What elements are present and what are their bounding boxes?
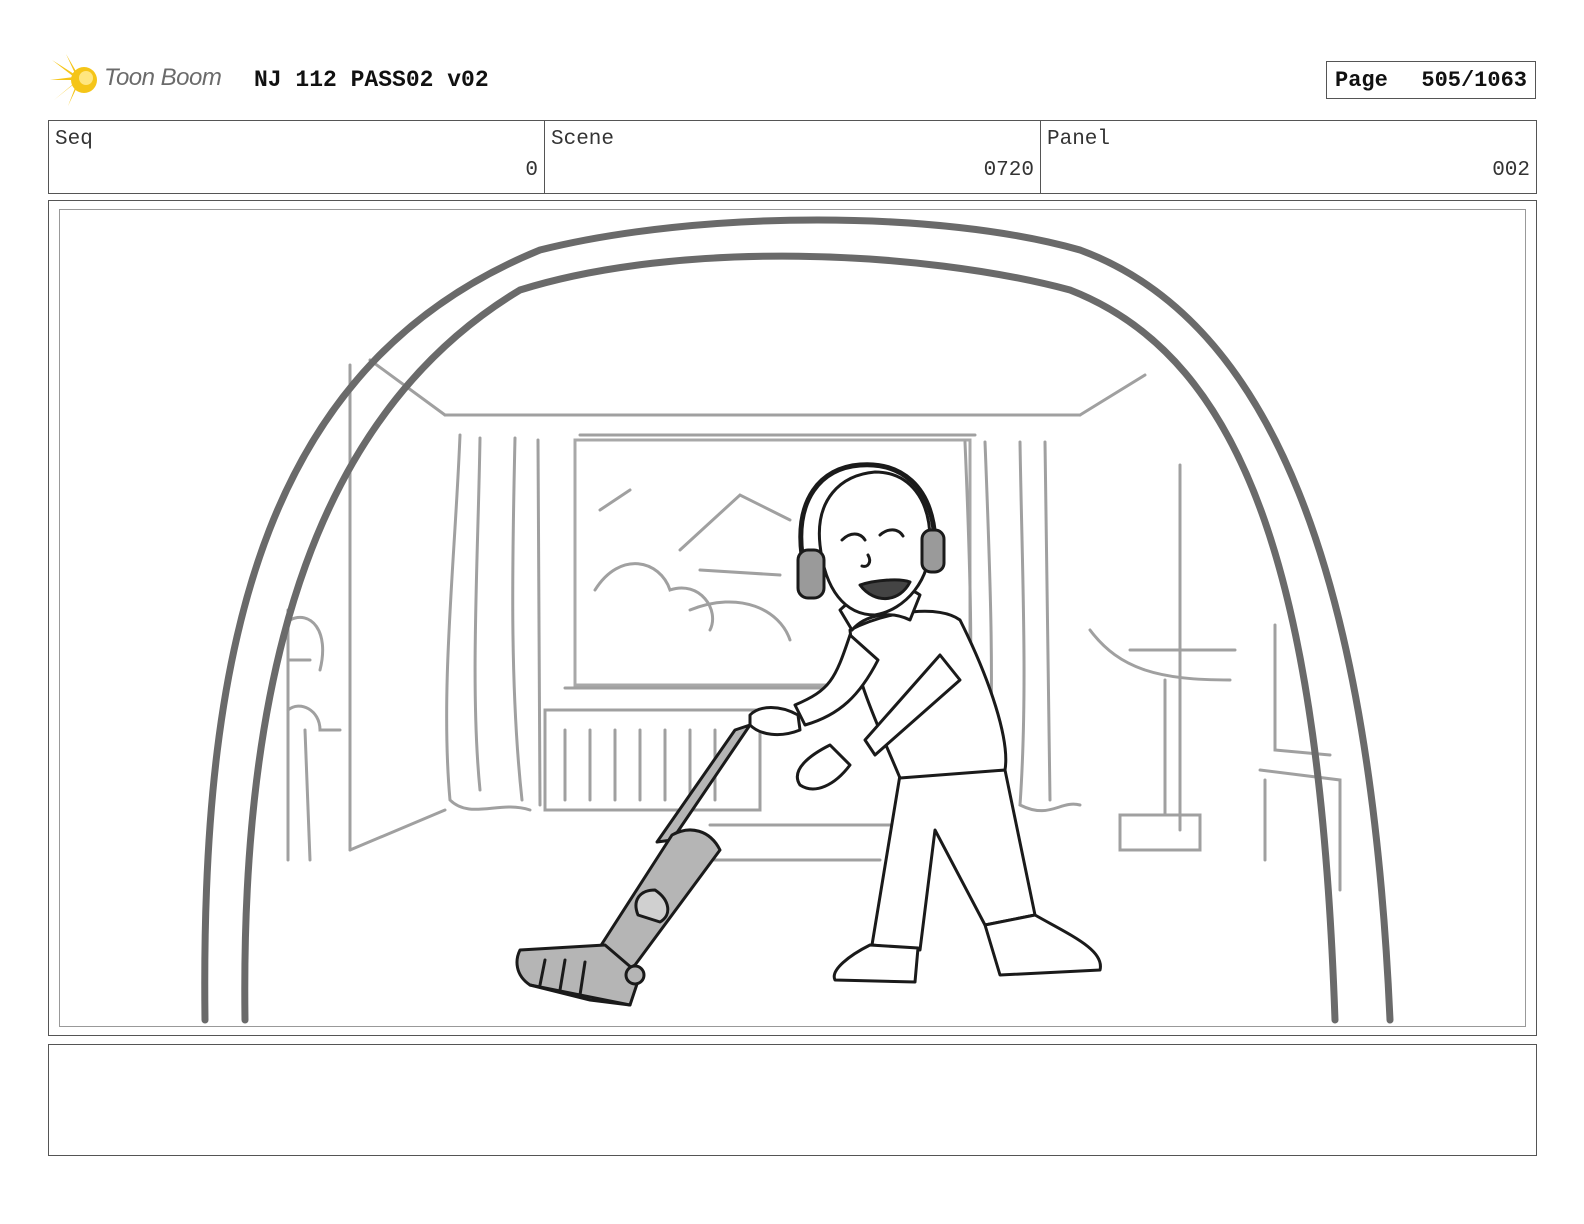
scene-info-row: Seq 0 Scene 0720 Panel 002 (48, 120, 1537, 194)
page-number: 505/1063 (1421, 68, 1527, 93)
logo-text: Toon Boom (104, 64, 222, 91)
storyboard-drawing (59, 209, 1526, 1027)
page-label: Page (1335, 68, 1388, 93)
panel-label: Panel (1047, 128, 1111, 151)
seq-value: 0 (525, 159, 538, 182)
panel-cell: Panel 002 (1041, 121, 1536, 193)
page-indicator: Page 505/1063 (1326, 61, 1536, 99)
panel-value: 002 (1492, 159, 1530, 182)
sketch-illustration (201, 216, 1394, 1024)
scene-cell: Scene 0720 (545, 121, 1041, 193)
seq-label: Seq (55, 128, 93, 151)
document-title: NJ 112 PASS02 v02 (254, 67, 489, 93)
seq-cell: Seq 0 (49, 121, 545, 193)
storyboard-panel-frame (48, 200, 1537, 1036)
star-burst-icon (50, 54, 97, 106)
panel-notes-box (48, 1044, 1537, 1156)
scene-value: 0720 (983, 159, 1034, 182)
toon-boom-logo: Toon Boom (50, 52, 240, 108)
arch-frame (201, 216, 1394, 1024)
vacuum-cleaner (515, 723, 752, 1007)
scene-label: Scene (551, 128, 615, 151)
room-background (286, 358, 1342, 892)
